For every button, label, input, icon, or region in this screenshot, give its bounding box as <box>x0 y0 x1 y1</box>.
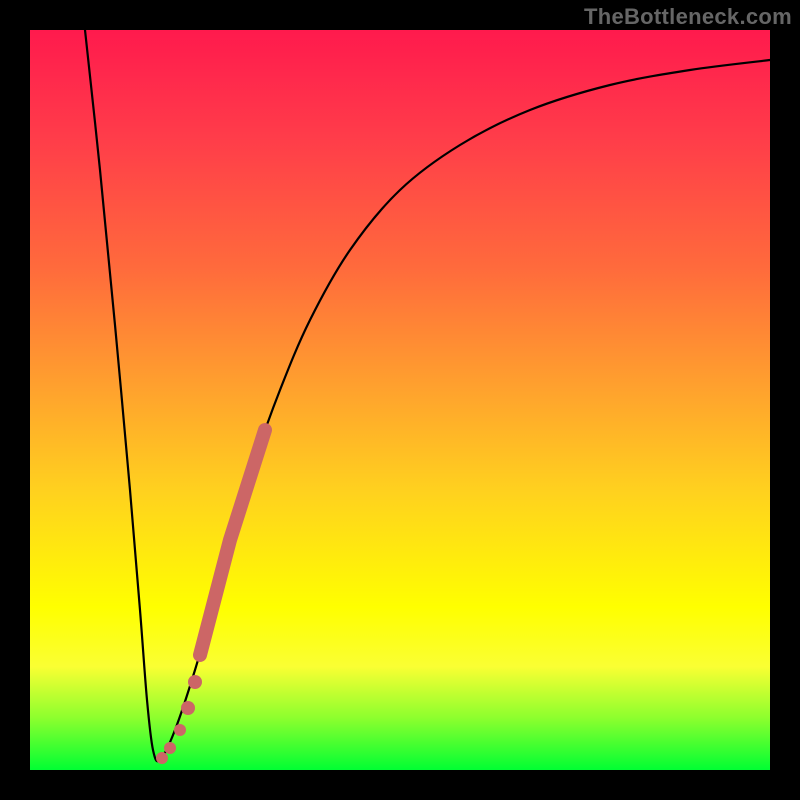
highlight-segment <box>200 430 265 655</box>
near-minimum-dot <box>164 742 176 754</box>
plot-area <box>30 30 770 770</box>
near-minimum-dot <box>181 701 195 715</box>
bottleneck-curve <box>85 30 770 761</box>
curve-layer <box>30 30 770 770</box>
watermark-text: TheBottleneck.com <box>584 4 792 30</box>
near-minimum-dot <box>188 675 202 689</box>
near-minimum-dot <box>174 724 186 736</box>
chart-frame: TheBottleneck.com <box>0 0 800 800</box>
near-minimum-dot <box>156 752 168 764</box>
